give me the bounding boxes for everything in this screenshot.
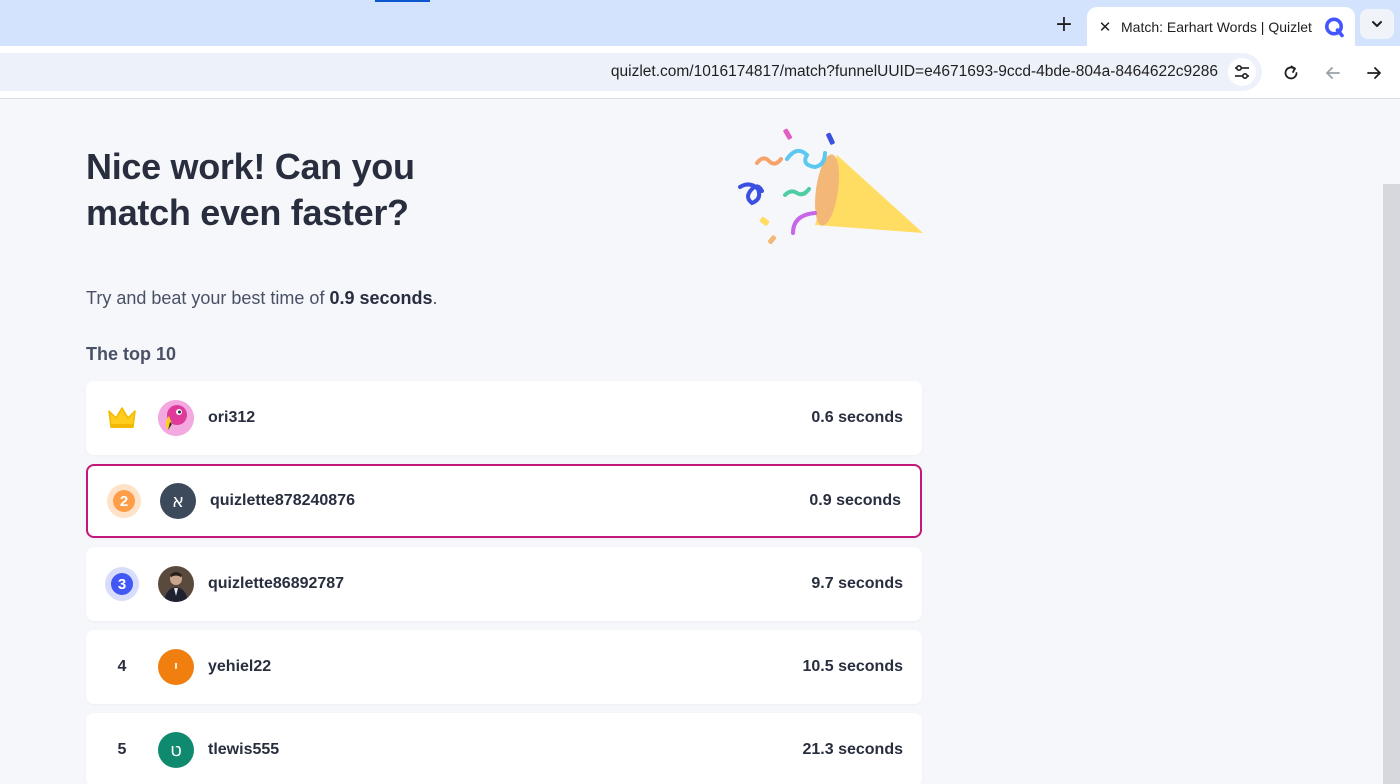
leaderboard-row: 5 ט tlewis555 21.3 seconds <box>86 713 922 784</box>
browser-tabstrip: + ✕ Match: Earhart Words | Quizlet <box>0 0 1400 46</box>
match-time: 10.5 seconds <box>802 658 904 675</box>
best-time-text: Try and beat your best time of 0.9 secon… <box>86 288 438 309</box>
leaderboard-list: ori312 0.6 seconds 2 א quizlette87824087… <box>86 381 922 784</box>
scrollbar-thumb[interactable] <box>1383 184 1400 784</box>
photo-avatar <box>158 566 194 602</box>
medal-2-badge: 2 <box>107 484 141 518</box>
avatar: א <box>160 483 196 519</box>
rank-cell <box>86 405 158 431</box>
avatar: י <box>158 649 194 685</box>
match-time: 0.6 seconds <box>811 409 903 426</box>
forward-button[interactable] <box>1361 60 1387 86</box>
match-time: 9.7 seconds <box>811 575 903 592</box>
browser-toolbar: quizlet.com/1016174817/match?funnelUUID=… <box>0 46 1400 99</box>
active-tab[interactable]: ✕ Match: Earhart Words | Quizlet <box>1087 7 1355 46</box>
site-settings-button[interactable] <box>1228 58 1256 86</box>
close-icon[interactable]: ✕ <box>1087 18 1121 36</box>
leaderboard-row: 3 quizlette86892787 9.7 seconds <box>86 547 922 621</box>
arrow-right-icon <box>1367 67 1381 79</box>
rank-number: 5 <box>117 741 127 758</box>
avatar: ט <box>158 732 194 768</box>
tab-title: Match: Earhart Words | Quizlet <box>1121 18 1312 35</box>
leaderboard-row: 4 י yehiel22 10.5 seconds <box>86 630 922 704</box>
best-time-suffix: . <box>432 288 438 308</box>
address-bar[interactable]: quizlet.com/1016174817/match?funnelUUID=… <box>0 53 1262 91</box>
chevron-down-icon <box>1372 21 1382 27</box>
rank-number: 2 <box>113 490 135 512</box>
result-headline: Nice work! Can you match even faster? <box>86 146 415 233</box>
rank-cell: 2 <box>88 484 160 518</box>
reload-button[interactable] <box>1278 60 1304 86</box>
new-tab-button[interactable]: + <box>1050 10 1078 38</box>
arrow-left-icon <box>1326 67 1340 79</box>
leaderboard-row-current-user: 2 א quizlette878240876 0.9 seconds <box>86 464 922 538</box>
rank-cell: 3 <box>86 567 158 601</box>
rank-number: 4 <box>117 658 127 675</box>
match-time: 0.9 seconds <box>809 492 901 509</box>
reload-icon <box>1284 65 1298 80</box>
username[interactable]: ori312 <box>208 409 811 427</box>
match-time: 21.3 seconds <box>802 741 904 758</box>
best-time-value: 0.9 seconds <box>329 288 433 308</box>
tab-indicator <box>375 0 430 2</box>
username[interactable]: tlewis555 <box>208 741 803 759</box>
party-popper-icon <box>735 125 930 250</box>
best-time-prefix: Try and beat your best time of <box>86 288 330 308</box>
url-text[interactable]: quizlet.com/1016174817/match?funnelUUID=… <box>611 63 1218 81</box>
medal-3-badge: 3 <box>105 567 139 601</box>
rank-number: 3 <box>111 573 133 595</box>
flamingo-avatar <box>158 400 194 436</box>
tune-icon <box>1235 64 1249 80</box>
leaderboard-heading: The top 10 <box>86 344 177 364</box>
quizlet-logo-icon <box>1323 16 1345 38</box>
leaderboard-row: ori312 0.6 seconds <box>86 381 922 455</box>
plus-icon: + <box>1054 11 1074 37</box>
tab-search-button[interactable] <box>1360 9 1394 39</box>
back-button[interactable] <box>1320 60 1346 86</box>
crown-icon <box>108 407 136 428</box>
username[interactable]: yehiel22 <box>208 658 803 676</box>
username[interactable]: quizlette878240876 <box>210 492 809 510</box>
username[interactable]: quizlette86892787 <box>208 575 811 593</box>
